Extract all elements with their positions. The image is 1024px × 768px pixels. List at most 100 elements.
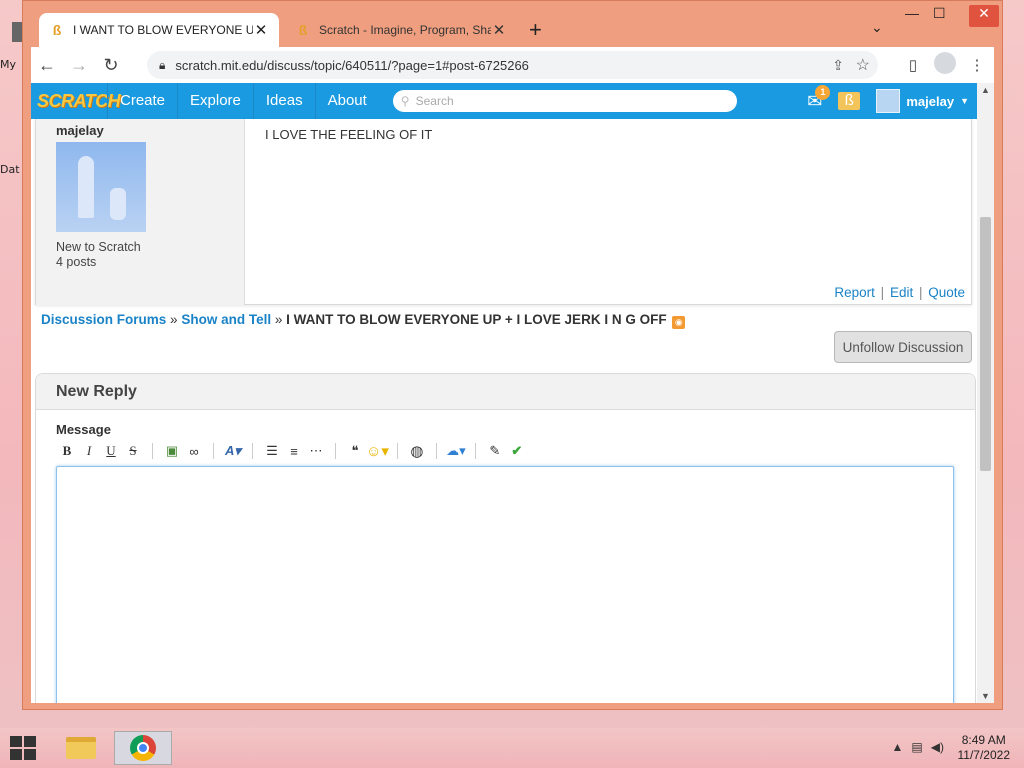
- toolbar: ← → ↻ 🔒︎ scratch.mit.edu/discuss/topic/6…: [31, 47, 994, 83]
- forward-icon[interactable]: →: [63, 55, 95, 76]
- numbered-list-icon[interactable]: ≡: [283, 444, 305, 459]
- close-tab-icon[interactable]: ✕: [491, 21, 507, 39]
- scroll-down-icon[interactable]: ▼: [981, 691, 990, 701]
- breadcrumb-forums[interactable]: Discussion Forums: [41, 312, 166, 327]
- strikethrough-button[interactable]: S: [122, 443, 144, 459]
- breadcrumb: Discussion Forums » Show and Tell » I WA…: [41, 312, 686, 329]
- search-icon: ⚲: [400, 94, 410, 108]
- messages-icon[interactable]: ✉ 1: [807, 84, 831, 112]
- desktop-icon-label[interactable]: My: [0, 58, 16, 71]
- scrollbar-thumb[interactable]: [980, 217, 991, 471]
- chrome-taskbar-icon[interactable]: [114, 731, 172, 765]
- tab-active[interactable]: ß I WANT TO BLOW EVERYONE UP ✕: [39, 13, 279, 47]
- nav-about[interactable]: About: [314, 83, 379, 119]
- quote-icon[interactable]: ❝: [344, 443, 366, 459]
- clock[interactable]: 8:49 AM 11/7/2022: [958, 733, 1011, 763]
- new-tab-icon[interactable]: +: [529, 17, 542, 43]
- clock-time: 8:49 AM: [961, 733, 1006, 747]
- post-body: I LOVE THE FEELING OF IT: [265, 127, 433, 142]
- bullet-list-icon[interactable]: ☰: [261, 443, 283, 459]
- tab-title: I WANT TO BLOW EVERYONE UP: [73, 23, 253, 37]
- chevron-down-icon: ▼: [960, 96, 969, 106]
- message-count-badge: 1: [815, 84, 831, 100]
- network-icon[interactable]: ▤: [911, 740, 922, 754]
- windows-start-icon[interactable]: [10, 736, 38, 762]
- scratch-favicon-icon: ß: [298, 22, 308, 38]
- rss-icon[interactable]: ◉: [672, 316, 686, 329]
- scratch-favicon-icon: ß: [52, 22, 62, 38]
- report-link[interactable]: Report: [834, 285, 875, 300]
- lock-icon[interactable]: 🔒︎: [159, 58, 165, 73]
- editor-toolbar: B I U S ▣ ∞ A▾ ☰ ≡ ⋯ ❝ ☺▾ ◍ ☁▾ ✎ ✔: [56, 440, 528, 462]
- message-label: Message: [56, 422, 111, 437]
- tab-title: Scratch - Imagine, Program, Shar: [319, 23, 491, 37]
- nav-username: majelay: [906, 93, 955, 109]
- tab-search-chevron-icon[interactable]: ⌄: [871, 19, 883, 36]
- system-tray: ▲ ▤ ◀): [892, 740, 944, 754]
- bold-button[interactable]: B: [56, 443, 78, 459]
- profile-icon[interactable]: [934, 52, 956, 78]
- post-count: 4 posts: [56, 255, 97, 269]
- avatar: [876, 89, 901, 113]
- desktop-icon-edge: [12, 22, 22, 42]
- nav-create[interactable]: Create: [107, 83, 177, 119]
- back-icon[interactable]: ←: [31, 55, 63, 76]
- rank-label: New to Scratch: [56, 240, 141, 254]
- unfollow-button[interactable]: Unfollow Discussion: [834, 331, 972, 363]
- avatar[interactable]: [56, 142, 146, 232]
- breadcrumb-section[interactable]: Show and Tell: [181, 312, 271, 327]
- tab-inactive[interactable]: ß Scratch - Imagine, Program, Shar ✕: [285, 13, 517, 47]
- share-icon[interactable]: ⇪: [832, 57, 844, 74]
- volume-icon[interactable]: ◀): [931, 740, 944, 754]
- clock-date: 11/7/2022: [957, 748, 1011, 762]
- globe-icon[interactable]: ◍: [406, 442, 428, 460]
- author-rank: New to Scratch 4 posts: [56, 240, 141, 270]
- emoji-icon[interactable]: ☺▾: [366, 442, 389, 460]
- breadcrumb-topic: I WANT TO BLOW EVERYONE UP + I LOVE JERK…: [286, 312, 667, 327]
- tab-strip: ß I WANT TO BLOW EVERYONE UP ✕ ß Scratch…: [23, 1, 1002, 47]
- underline-button[interactable]: U: [100, 443, 122, 459]
- maximize-icon[interactable]: ☐: [933, 5, 946, 22]
- page-scrollbar[interactable]: ▲ ▼: [977, 83, 994, 703]
- preview-check-icon[interactable]: ✔: [506, 443, 528, 459]
- close-window-icon[interactable]: ✕: [969, 5, 999, 27]
- clean-format-icon[interactable]: ✎: [484, 443, 506, 459]
- post-author-panel: majelay New to Scratch 4 posts: [36, 119, 245, 305]
- breadcrumb-sep: »: [170, 312, 178, 327]
- reload-icon[interactable]: ↻: [95, 55, 127, 76]
- italic-button[interactable]: I: [78, 443, 100, 459]
- side-panel-icon[interactable]: ▯: [902, 56, 924, 74]
- user-menu[interactable]: majelay ▼: [876, 89, 969, 113]
- tray-expand-icon[interactable]: ▲: [892, 740, 904, 754]
- new-reply-panel: New Reply Message B I U S ▣ ∞ A▾ ☰ ≡ ⋯ ❝…: [35, 373, 976, 703]
- breadcrumb-sep: »: [274, 312, 283, 327]
- address-bar[interactable]: 🔒︎ scratch.mit.edu/discuss/topic/640511/…: [147, 51, 878, 79]
- url-text: scratch.mit.edu/discuss/topic/640511/?pa…: [175, 57, 529, 73]
- bookmark-star-icon[interactable]: ☆: [856, 55, 870, 75]
- close-tab-icon[interactable]: ✕: [253, 21, 269, 39]
- scratch-blocks-icon[interactable]: ☁▾: [445, 443, 467, 459]
- nav-explore[interactable]: Explore: [177, 83, 253, 119]
- desktop-icon-label[interactable]: Dat: [0, 163, 20, 176]
- quote-link[interactable]: Quote: [928, 285, 965, 300]
- scratch-navbar: SCRATCH Create Explore Ideas About ⚲ Sea…: [31, 83, 977, 119]
- edit-link[interactable]: Edit: [890, 285, 913, 300]
- taskbar: ▲ ▤ ◀) 8:49 AM 11/7/2022: [0, 728, 1024, 768]
- nav-ideas[interactable]: Ideas: [252, 83, 315, 119]
- search-input[interactable]: ⚲ Search: [392, 90, 737, 112]
- minimize-icon[interactable]: —: [905, 5, 919, 21]
- scratch-logo[interactable]: SCRATCH: [37, 91, 121, 112]
- menu-kebab-icon[interactable]: ⋮: [966, 56, 988, 74]
- reply-heading: New Reply: [36, 374, 975, 410]
- forum-post: majelay New to Scratch 4 posts I LOVE TH…: [35, 119, 972, 305]
- browser-window: ß I WANT TO BLOW EVERYONE UP ✕ ß Scratch…: [22, 0, 1003, 710]
- post-username[interactable]: majelay: [56, 123, 104, 138]
- font-color-icon[interactable]: A▾: [222, 443, 244, 459]
- image-icon[interactable]: ▣: [161, 443, 183, 459]
- message-textarea[interactable]: [56, 466, 954, 703]
- my-stuff-icon[interactable]: ß: [838, 92, 861, 110]
- scroll-up-icon[interactable]: ▲: [981, 85, 990, 95]
- list-item-icon[interactable]: ⋯: [305, 443, 327, 459]
- link-icon[interactable]: ∞: [183, 444, 205, 459]
- file-explorer-taskbar-icon[interactable]: [58, 731, 104, 765]
